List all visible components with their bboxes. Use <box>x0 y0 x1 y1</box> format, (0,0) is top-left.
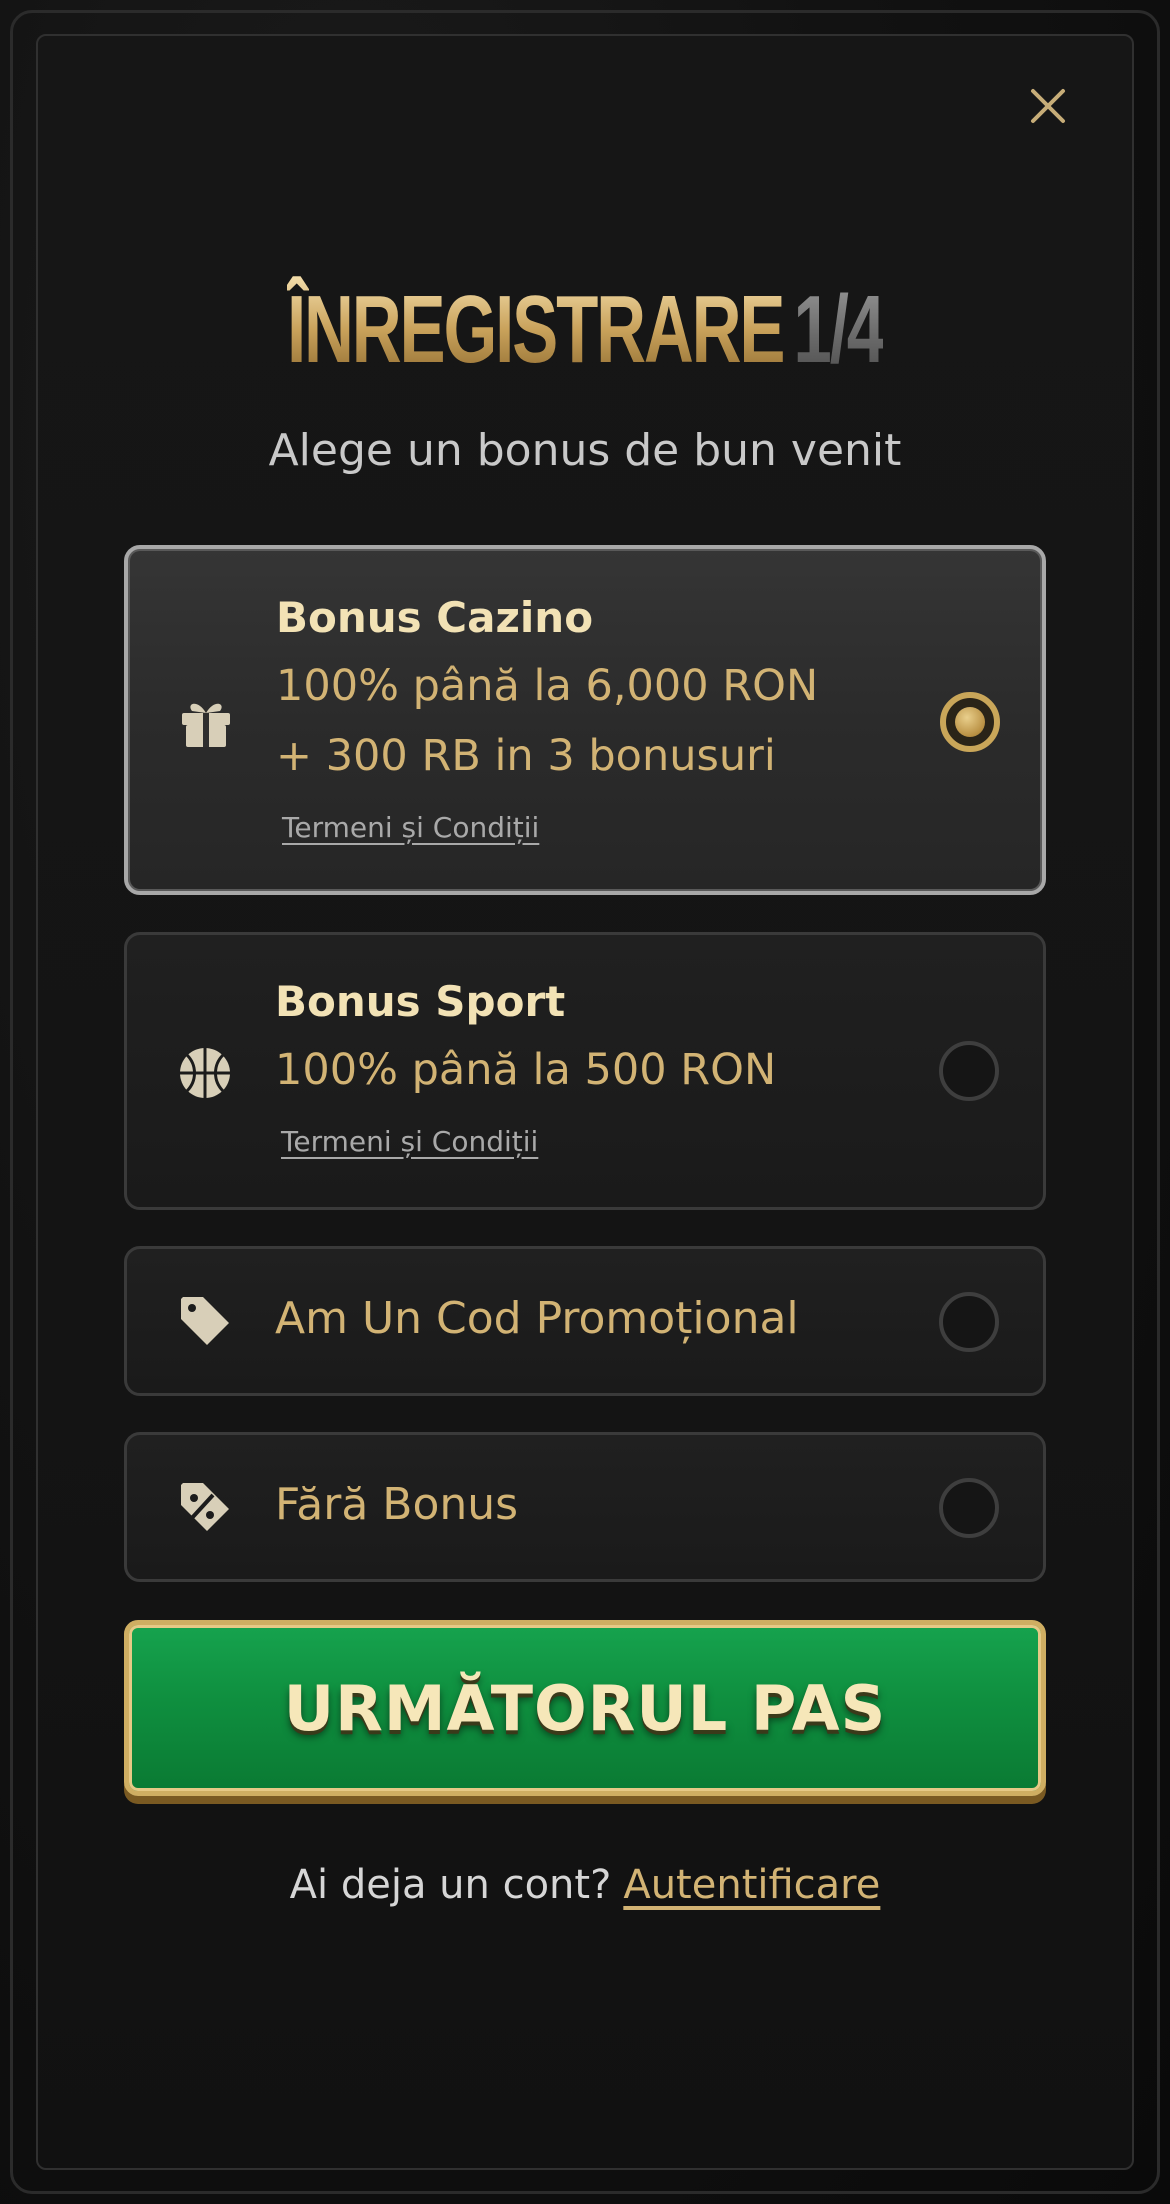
terms-link[interactable]: Termeni și Condiții <box>281 1125 538 1158</box>
option-casino-bonus[interactable]: Bonus Cazino 100% până la 6,000 RON + 30… <box>124 545 1046 895</box>
option-no-bonus[interactable]: Fără Bonus <box>124 1432 1046 1582</box>
option-label: Fără Bonus <box>275 1479 519 1530</box>
registration-modal: ÎNREGISTRARE 1/4 Alege un bonus de bun ve… <box>0 0 1170 2204</box>
page-title: ÎNREGISTRARE 1/4 <box>164 275 1006 385</box>
option-detail: 100% până la 6,000 RON <box>276 661 819 711</box>
page-subtitle: Alege un bonus de bun venit <box>268 425 902 476</box>
step-indicator: 1/4 <box>793 276 885 383</box>
radio-unselected[interactable] <box>939 1041 999 1101</box>
option-promo-code[interactable]: Am Un Cod Promoțional <box>124 1246 1046 1396</box>
login-link[interactable]: Autentificare <box>623 1862 880 1908</box>
radio-unselected[interactable] <box>939 1478 999 1538</box>
option-label: Am Un Cod Promoțional <box>275 1293 799 1344</box>
no-discount-icon <box>181 1483 229 1531</box>
tag-icon <box>181 1297 229 1345</box>
login-question: Ai deja un cont? <box>289 1862 612 1908</box>
option-detail: + 300 RB in 3 bonusuri <box>276 731 776 781</box>
radio-selected[interactable] <box>940 692 1000 752</box>
gift-icon <box>182 703 230 747</box>
option-detail: 100% până la 500 RON <box>275 1045 777 1095</box>
radio-unselected[interactable] <box>939 1292 999 1352</box>
next-step-label: URMĂTORUL PAS <box>283 1671 887 1745</box>
basketball-icon <box>180 1048 230 1098</box>
close-icon <box>1031 89 1065 123</box>
close-button[interactable] <box>1022 80 1074 132</box>
option-sport-bonus[interactable]: Bonus Sport 100% până la 500 RON Termeni… <box>124 932 1046 1210</box>
next-step-button[interactable]: URMĂTORUL PAS <box>124 1620 1046 1796</box>
option-title: Bonus Cazino <box>276 593 594 642</box>
login-prompt: Ai deja un cont? Autentificare <box>0 1862 1170 1908</box>
title-main: ÎNREGISTRARE <box>286 276 786 383</box>
option-title: Bonus Sport <box>275 977 566 1026</box>
terms-link[interactable]: Termeni și Condiții <box>282 811 539 844</box>
